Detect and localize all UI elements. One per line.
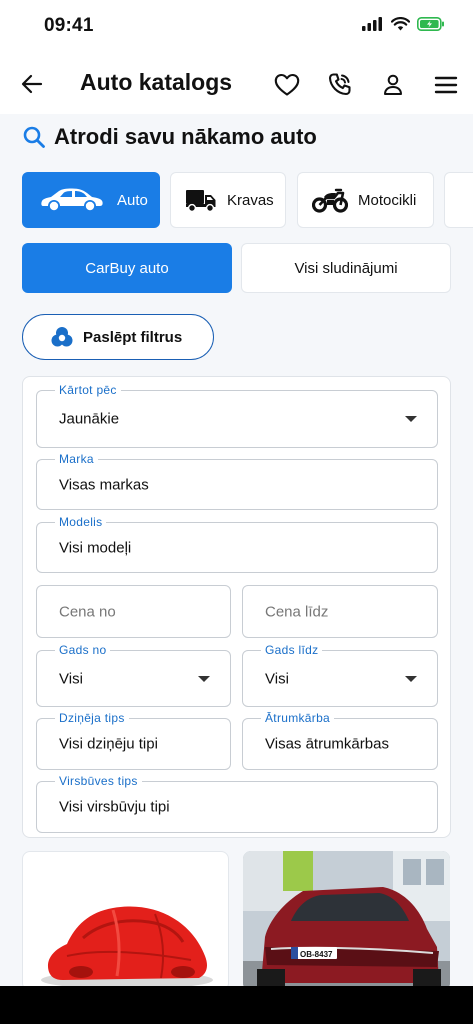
gearbox-value: Visas ātrumkārbas (265, 735, 389, 753)
segment-label: CarBuy auto (85, 259, 169, 277)
category-tab-kravas[interactable]: Kravas (170, 172, 286, 228)
signal-icon (362, 17, 384, 36)
listing-card[interactable]: OB-8437 (243, 851, 450, 991)
call-button[interactable] (325, 70, 355, 100)
search-icon (23, 126, 45, 148)
motorcycle-icon (312, 188, 348, 213)
license-plate-text: OB-8437 (300, 950, 333, 959)
drive-type-label: Dziņēja tips (55, 711, 129, 725)
category-tab-auto[interactable]: Auto (22, 172, 160, 228)
model-field[interactable]: Modelis Visi modeļi (36, 515, 438, 573)
make-field[interactable]: Marka Visas markas (36, 452, 438, 510)
category-tab-label: Auto (117, 191, 148, 209)
heart-icon (274, 73, 300, 96)
suv-photo-image: OB-8437 (243, 851, 450, 991)
menu-button[interactable] (431, 70, 461, 100)
phone-icon (328, 73, 351, 96)
battery-icon (417, 17, 445, 36)
year-to-select[interactable]: Gads līdz Visi (242, 643, 438, 707)
category-tab-label: Motocikli (358, 191, 417, 209)
make-label: Marka (55, 452, 98, 466)
wifi-icon (390, 17, 411, 36)
year-from-label: Gads no (55, 643, 111, 657)
gearbox-label: Ātrumkārba (261, 711, 335, 725)
hamburger-menu-icon (434, 76, 458, 94)
car-icon (41, 188, 103, 212)
segment-visi-sludinajumi[interactable]: Visi sludinājumi (241, 243, 451, 293)
listing-card[interactable] (22, 851, 229, 991)
dropdown-arrow-icon (198, 675, 210, 682)
search-heading: Atrodi savu nākamo auto (22, 124, 317, 150)
price-from-placeholder: Cena no (59, 603, 116, 620)
back-button[interactable] (18, 70, 46, 98)
category-tab-label: Kravas (227, 191, 274, 209)
price-from-input[interactable]: Cena no (36, 585, 231, 638)
hide-filters-button[interactable]: Paslēpt filtrus (22, 314, 214, 360)
body-type-value: Visi virsbūvju tipi (59, 798, 170, 816)
make-value: Visas markas (59, 476, 149, 493)
sort-label: Kārtot pēc (55, 383, 121, 397)
home-indicator-area (0, 986, 473, 1024)
price-to-placeholder: Cena līdz (265, 603, 329, 620)
gearbox-field[interactable]: Ātrumkārba Visas ātrumkārbas (242, 711, 438, 770)
user-icon (384, 74, 402, 95)
hide-filters-label: Paslēpt filtrus (83, 328, 183, 346)
sort-select[interactable]: Kārtot pēc Jaunākie (36, 383, 438, 448)
drive-type-value: Visi dziņēju tipi (59, 735, 158, 753)
status-icons (362, 17, 445, 36)
filters-panel: Kārtot pēc Jaunākie Marka Visas markas M… (22, 376, 451, 838)
year-to-label: Gads līdz (261, 643, 323, 657)
arrow-left-icon (21, 74, 43, 94)
search-heading-text: Atrodi savu nākamo auto (54, 124, 317, 149)
segment-label: Visi sludinājumi (294, 259, 398, 277)
sort-value: Jaunākie (59, 410, 120, 428)
price-to-input[interactable]: Cena līdz (242, 585, 438, 638)
account-button[interactable] (378, 70, 408, 100)
covered-car-image (41, 906, 213, 989)
favorites-button[interactable] (272, 70, 302, 100)
model-value: Visi modeļi (59, 539, 132, 556)
year-to-value: Visi (265, 670, 289, 687)
drive-type-field[interactable]: Dziņēja tips Visi dziņēju tipi (36, 711, 231, 770)
year-from-value: Visi (59, 670, 83, 687)
truck-icon (186, 190, 216, 212)
page-title: Auto katalogs (80, 69, 233, 95)
app-header: Auto katalogs (0, 56, 473, 114)
dropdown-arrow-icon (405, 675, 417, 682)
status-time: 09:41 (44, 15, 94, 36)
segment-carbuy-auto[interactable]: CarBuy auto (22, 243, 232, 293)
category-tab-motocikli[interactable]: Motocikli (297, 172, 434, 228)
body-type-field[interactable]: Virsbūves tips Visi virsbūvju tipi (36, 774, 438, 833)
filter-icon (51, 327, 73, 347)
model-label: Modelis (55, 515, 107, 529)
category-tab-more[interactable] (444, 172, 473, 228)
status-bar: 09:41 (0, 0, 473, 56)
body-type-label: Virsbūves tips (55, 774, 142, 788)
dropdown-arrow-icon (405, 416, 417, 422)
year-from-select[interactable]: Gads no Visi (36, 643, 231, 707)
